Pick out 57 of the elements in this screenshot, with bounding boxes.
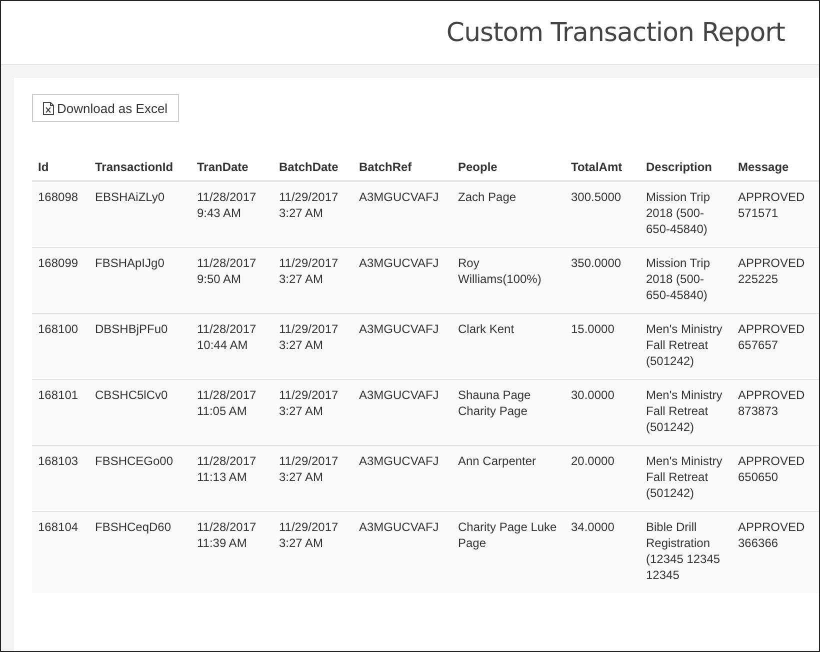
table-cell: APPROVED 571571 xyxy=(732,181,819,248)
table-cell: 30.0000 xyxy=(565,380,640,446)
table-cell: Men's Ministry Fall Retreat (501242) xyxy=(640,446,732,512)
table-cell: Shauna Page Charity Page xyxy=(452,380,565,446)
table-cell: Men's Ministry Fall Retreat (501242) xyxy=(640,314,732,380)
table-cell: 11/28/2017 9:43 AM xyxy=(191,181,273,248)
table-cell: 11/29/2017 3:27 AM xyxy=(273,248,353,314)
table-cell: FBSHCEGo00 xyxy=(89,446,191,512)
table-cell: 11/29/2017 3:27 AM xyxy=(273,380,353,446)
table-cell: 15.0000 xyxy=(565,314,640,380)
download-excel-button[interactable]: Download as Excel xyxy=(32,94,179,122)
table-cell: Mission Trip 2018 (500-650-45840) xyxy=(640,248,732,314)
table-cell: 11/28/2017 11:13 AM xyxy=(191,446,273,512)
page-title: Custom Transaction Report xyxy=(446,18,785,48)
table-cell: APPROVED 366366 xyxy=(732,512,819,593)
table-cell: EBSHAiZLy0 xyxy=(89,181,191,248)
table-cell: A3MGUCVAFJ xyxy=(353,181,452,248)
table-cell: 11/28/2017 11:39 AM xyxy=(191,512,273,593)
table-cell: 11/28/2017 9:50 AM xyxy=(191,248,273,314)
table-cell: APPROVED 650650 xyxy=(732,446,819,512)
table-cell: 168101 xyxy=(32,380,89,446)
table-cell: 11/29/2017 3:27 AM xyxy=(273,446,353,512)
table-cell: Mission Trip 2018 (500-650-45840) xyxy=(640,181,732,248)
table-cell: 11/29/2017 3:27 AM xyxy=(273,181,353,248)
table-cell: APPROVED 225225 xyxy=(732,248,819,314)
table-cell: A3MGUCVAFJ xyxy=(353,512,452,593)
table-cell: Bible Drill Registration (12345 12345 12345 xyxy=(640,512,732,593)
table-cell: Roy Williams(100%) xyxy=(452,248,565,314)
excel-file-icon xyxy=(43,102,54,114)
table-cell: 11/28/2017 10:44 AM xyxy=(191,314,273,380)
table-cell: DBSHBjPFu0 xyxy=(89,314,191,380)
table-cell: 168103 xyxy=(32,446,89,512)
table-cell: A3MGUCVAFJ xyxy=(353,248,452,314)
table-cell: 11/29/2017 3:27 AM xyxy=(273,314,353,380)
table-cell: 168100 xyxy=(32,314,89,380)
table-cell: 350.0000 xyxy=(565,248,640,314)
table-cell: Clark Kent xyxy=(452,314,565,380)
table-cell: 300.5000 xyxy=(565,181,640,248)
table-cell: 11/28/2017 11:05 AM xyxy=(191,380,273,446)
table-cell: A3MGUCVAFJ xyxy=(353,314,452,380)
table-cell: FBSHCeqD60 xyxy=(89,512,191,593)
table-cell: Charity Page Luke Page xyxy=(452,512,565,593)
table-cell: FBSHApIJg0 xyxy=(89,248,191,314)
table-cell: CBSHC5lCv0 xyxy=(89,380,191,446)
table-cell: Men's Ministry Fall Retreat (501242) xyxy=(640,380,732,446)
table-cell: 168099 xyxy=(32,248,89,314)
table-cell: Ann Carpenter xyxy=(452,446,565,512)
table-cell: 168104 xyxy=(32,512,89,593)
table-cell: A3MGUCVAFJ xyxy=(353,446,452,512)
table-cell: 168098 xyxy=(32,181,89,248)
table-cell: APPROVED 873873 xyxy=(732,380,819,446)
table-cell: A3MGUCVAFJ xyxy=(353,380,452,446)
table-cell: 20.0000 xyxy=(565,446,640,512)
table-cell: Zach Page xyxy=(452,181,565,248)
table-cell: APPROVED 657657 xyxy=(732,314,819,380)
table-cell: 34.0000 xyxy=(565,512,640,593)
table-cell: 11/29/2017 3:27 AM xyxy=(273,512,353,593)
